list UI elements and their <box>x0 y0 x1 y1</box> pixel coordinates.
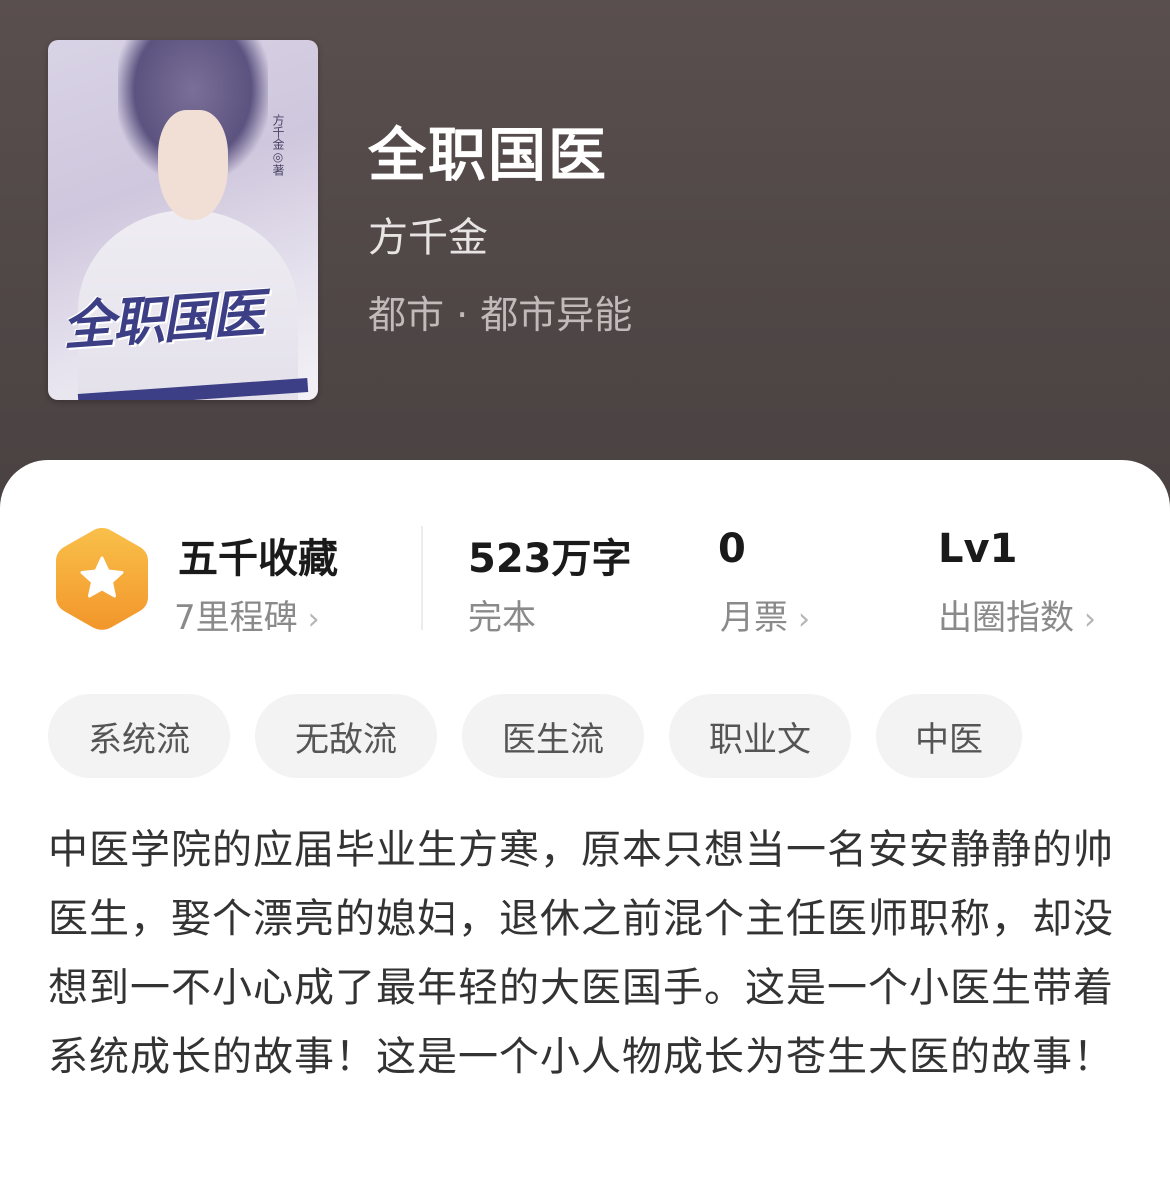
book-genre[interactable]: 都市 · 都市异能 <box>368 284 632 339</box>
book-title: 全职国医 <box>368 121 609 189</box>
tag-item[interactable]: 中医 <box>876 694 1022 778</box>
monthly-ticket-count[interactable]: 0 <box>718 526 746 572</box>
tag-item[interactable]: 医生流 <box>462 694 644 778</box>
tag-item[interactable]: 无敌流 <box>255 694 437 778</box>
milestone-text: 7里程碑 <box>174 598 298 638</box>
monthly-ticket-text: 月票 <box>720 598 788 638</box>
influence-link[interactable]: 出圈指数 › <box>938 590 1096 639</box>
monthly-ticket-link[interactable]: 月票 › <box>720 590 810 639</box>
chevron-right-icon: › <box>307 602 320 637</box>
cover-author-text: 方千金◎著 <box>271 114 285 176</box>
book-cover[interactable]: 方千金◎著 全职国医 <box>48 40 318 400</box>
cover-face <box>158 110 228 220</box>
book-author[interactable]: 方千金 <box>368 205 488 263</box>
tag-item[interactable]: 职业文 <box>669 694 851 778</box>
completion-status: 完本 <box>468 598 536 638</box>
book-detail-card: 五千收藏 7里程碑 › 523万字 完本 0 月票 › Lv1 出圈指数 › 系统流 … <box>0 460 1170 1178</box>
influence-text: 出圈指数 <box>938 598 1074 638</box>
star-hexagon-icon[interactable] <box>52 524 152 634</box>
collection-label[interactable]: 五千收藏 <box>178 526 338 584</box>
tag-item[interactable]: 系统流 <box>48 694 230 778</box>
stats-divider <box>421 526 423 630</box>
word-count: 523万字 <box>468 536 632 582</box>
chevron-right-icon: › <box>1084 602 1096 637</box>
chevron-right-icon: › <box>798 602 810 637</box>
book-header: 方千金◎著 全职国医 全职国医 方千金 都市 · 都市异能 <box>0 0 1170 520</box>
milestone-link[interactable]: 7里程碑 › <box>174 590 320 639</box>
book-synopsis: 中医学院的应届毕业生方寒，原本只想当一名安安静静的帅医生，娶个漂亮的媳妇，退休之… <box>48 827 1114 1080</box>
influence-level[interactable]: Lv1 <box>938 526 1017 572</box>
